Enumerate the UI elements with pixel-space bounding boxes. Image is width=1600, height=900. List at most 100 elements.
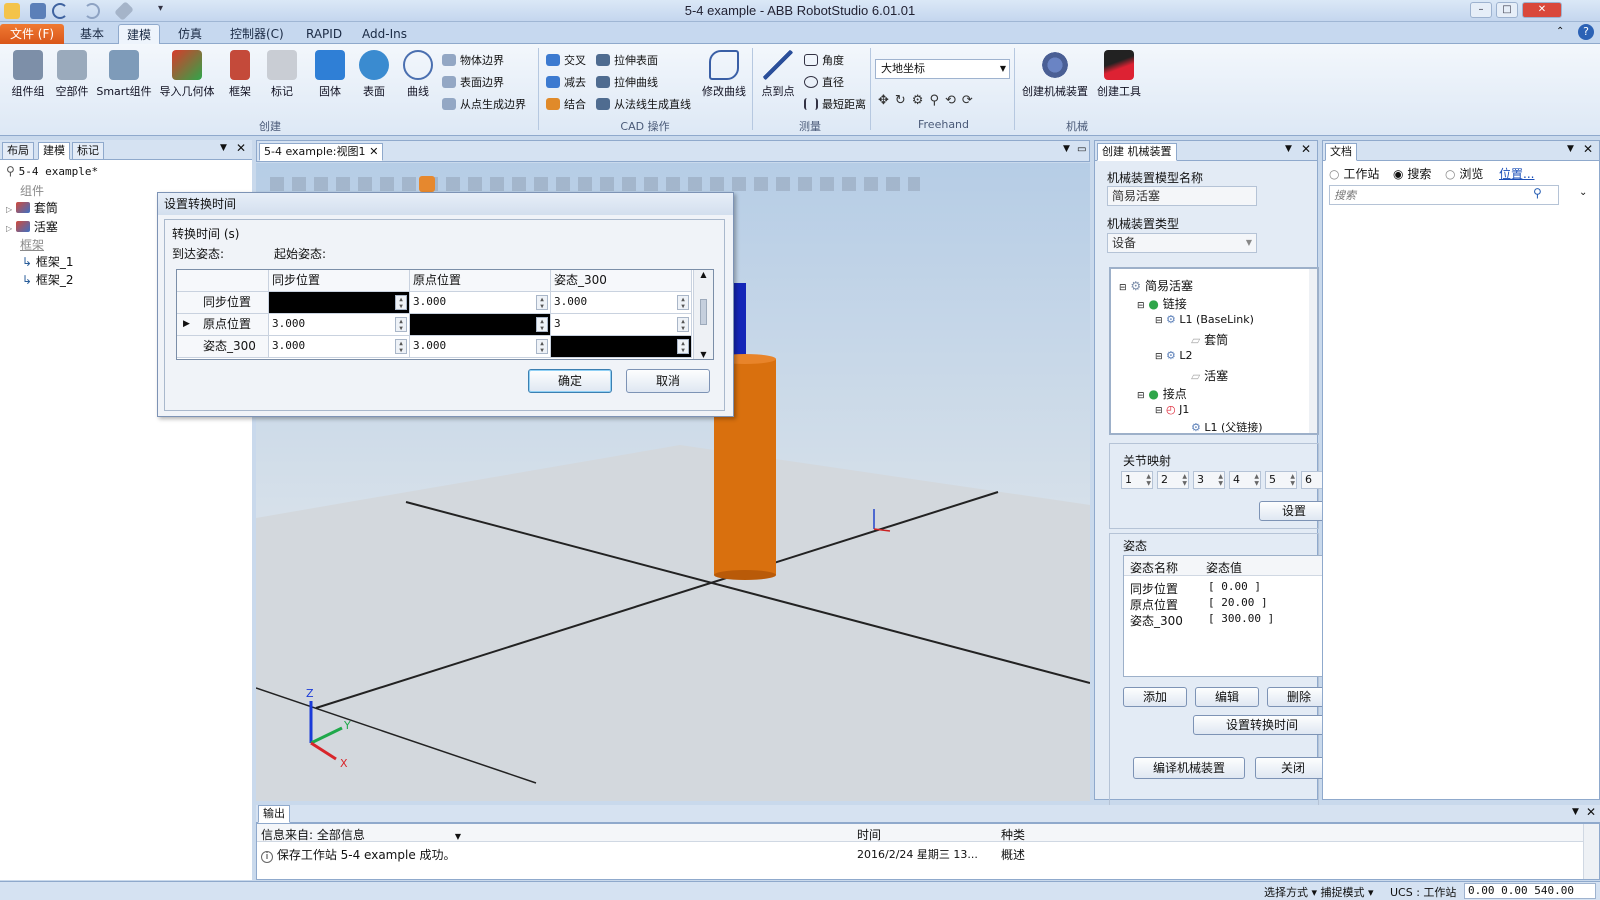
object-border-button[interactable]: 物体边界 bbox=[442, 52, 504, 70]
grid-scrollbar[interactable]: ▲ ▼ bbox=[693, 270, 713, 359]
tab-modeling[interactable]: 建模 bbox=[118, 24, 161, 44]
spinner-arrows-icon[interactable]: ▲▼ bbox=[1254, 473, 1259, 487]
curve-button[interactable]: 曲线 bbox=[400, 50, 436, 99]
spinner[interactable]: ▲ ▼ bbox=[677, 317, 689, 332]
scroll-thumb[interactable] bbox=[700, 299, 707, 325]
output-source-select[interactable]: 信息来自: 全部信息 ▼ bbox=[261, 826, 461, 843]
pose-name[interactable]: 同步位置 bbox=[1130, 580, 1178, 597]
frame-node-2[interactable]: ↳ 框架_2 bbox=[22, 271, 74, 288]
set-transition-time-button[interactable]: 设置转换时间 bbox=[1193, 715, 1331, 735]
modify-curve-button[interactable]: 修改曲线 bbox=[700, 50, 748, 99]
add-pose-button[interactable]: 添加 bbox=[1123, 687, 1187, 707]
radio-search[interactable]: ◉ 搜索 bbox=[1393, 165, 1431, 182]
radio-browse[interactable]: ○ 浏览 bbox=[1445, 165, 1483, 182]
tab-layout[interactable]: 布局 bbox=[2, 142, 34, 160]
component-group-button[interactable]: 组件组 bbox=[8, 50, 48, 99]
surface-button[interactable]: 表面 bbox=[356, 50, 392, 99]
tree-joint-j1[interactable]: ⊟ ◴ J1 bbox=[1155, 403, 1189, 416]
tree-link-l1-part[interactable]: ▱ 套筒 bbox=[1191, 331, 1228, 348]
radio-station[interactable]: ○ 工作站 bbox=[1329, 165, 1379, 182]
tree-joints[interactable]: ⊟ ● 接点 bbox=[1137, 385, 1187, 402]
ucs-indicator[interactable]: UCS : 工作站 bbox=[1390, 884, 1456, 900]
spinner-arrows-icon[interactable]: ▲▼ bbox=[1146, 473, 1151, 487]
grid-cell[interactable]: ▲ ▼ bbox=[269, 292, 410, 314]
help-icon[interactable]: ? bbox=[1578, 24, 1594, 40]
tag-button[interactable]: 标记 bbox=[264, 50, 300, 99]
ok-button[interactable]: 确定 bbox=[528, 369, 612, 393]
joint-map-spinner[interactable]: 3 ▲ ▼ bbox=[1193, 471, 1225, 489]
component-node-piston[interactable]: ▷ 活塞 bbox=[6, 218, 58, 235]
solid-button[interactable]: 固体 bbox=[312, 50, 348, 99]
tab-file[interactable]: 文件 (F) bbox=[0, 24, 64, 44]
spinner[interactable]: ▲ ▼ bbox=[536, 339, 548, 354]
spinner[interactable]: ▲ ▼ bbox=[395, 295, 407, 310]
surface-border-button[interactable]: 表面边界 bbox=[442, 74, 504, 92]
tree-link-l2[interactable]: ⊟ ⚙ L2 bbox=[1155, 349, 1193, 362]
joint-map-spinner[interactable]: 2 ▲ ▼ bbox=[1157, 471, 1189, 489]
pose-name[interactable]: 原点位置 bbox=[1130, 596, 1178, 613]
frame-button[interactable]: 框架 bbox=[222, 50, 258, 99]
diameter-button[interactable]: 直径 bbox=[804, 74, 844, 92]
station-node[interactable]: ⚲ 5-4 example* bbox=[6, 164, 98, 178]
minimize-button[interactable]: – bbox=[1470, 2, 1492, 18]
intersect-button[interactable]: 交叉 bbox=[546, 52, 586, 70]
grid-cell[interactable]: ▲ ▼ bbox=[410, 314, 551, 336]
transition-time-grid[interactable]: 同步位置 原点位置 姿态_300 同步位置 ▲ ▼ 3.000 ▲ ▼ 3.000 ▲ ▼… bbox=[176, 269, 714, 360]
output-scrollbar[interactable] bbox=[1583, 824, 1599, 879]
tab-output[interactable]: 输出 bbox=[258, 805, 290, 823]
tab-basic[interactable]: 基本 bbox=[72, 24, 112, 44]
union-button[interactable]: 结合 bbox=[546, 96, 586, 114]
create-mechanism-button[interactable]: 创建机械装置 bbox=[1020, 50, 1090, 99]
spinner[interactable]: ▲ ▼ bbox=[395, 339, 407, 354]
reference-frame-select[interactable]: 大地坐标 ▼ bbox=[875, 59, 1010, 79]
panel-menu-icon[interactable]: ▼ bbox=[1567, 144, 1574, 154]
output-message[interactable]: i 保存工作站 5-4 example 成功。 bbox=[261, 846, 456, 863]
pose-name[interactable]: 姿态_300 bbox=[1130, 612, 1183, 629]
subtract-button[interactable]: 减去 bbox=[546, 74, 586, 92]
expand-search-icon[interactable]: ⌄ bbox=[1579, 187, 1587, 198]
tree-link-l2-part[interactable]: ▱ 活塞 bbox=[1191, 367, 1228, 384]
extrude-surface-button[interactable]: 拉伸表面 bbox=[596, 52, 658, 70]
spinner[interactable]: ▲ ▼ bbox=[395, 317, 407, 332]
spinner-arrows-icon[interactable]: ▲▼ bbox=[1218, 473, 1223, 487]
maximize-icon[interactable]: ▭ bbox=[1077, 144, 1086, 155]
tab-create-mechanism[interactable]: 创建 机械装置 bbox=[1097, 143, 1177, 161]
close-icon[interactable]: ✕ bbox=[1301, 142, 1311, 156]
grid-cell[interactable]: ▲ ▼ bbox=[551, 336, 692, 358]
grid-cell[interactable]: 3.000 ▲ ▼ bbox=[269, 336, 410, 358]
selection-mode[interactable]: 选择方式 ▾ 捕捉模式 ▾ bbox=[1264, 884, 1374, 900]
tab-simulation[interactable]: 仿真 bbox=[170, 24, 210, 44]
grid-cell[interactable]: 3.000 ▲ ▼ bbox=[269, 314, 410, 336]
tab-viewport[interactable]: 5-4 example:视图1 ✕ bbox=[259, 143, 383, 161]
tree-scrollbar[interactable] bbox=[1309, 269, 1317, 433]
cancel-button[interactable]: 取消 bbox=[626, 369, 710, 393]
spinner[interactable]: ▲ ▼ bbox=[677, 339, 689, 354]
tab-tags[interactable]: 标记 bbox=[72, 142, 104, 160]
panel-menu-icon[interactable]: ▼ bbox=[1572, 807, 1579, 817]
tree-joint-parent[interactable]: ⚙ L1 (父链接) bbox=[1191, 419, 1263, 435]
min-distance-button[interactable]: 最短距离 bbox=[804, 96, 866, 114]
search-icon[interactable]: ⚲ bbox=[1533, 186, 1542, 200]
close-window-button[interactable]: ✕ bbox=[1522, 2, 1562, 18]
grid-cell[interactable]: 3.000 ▲ ▼ bbox=[410, 336, 551, 358]
close-icon[interactable]: ✕ bbox=[369, 144, 378, 160]
tree-link-l1[interactable]: ⊟ ⚙ L1 (BaseLink) bbox=[1155, 313, 1254, 326]
create-tool-button[interactable]: 创建工具 bbox=[1094, 50, 1144, 99]
model-name-input[interactable]: 简易活塞 bbox=[1107, 186, 1257, 206]
scroll-down-icon[interactable]: ▼ bbox=[694, 350, 713, 359]
frame-node-1[interactable]: ↳ 框架_1 bbox=[22, 253, 74, 270]
search-input[interactable] bbox=[1329, 185, 1559, 205]
ribbon-collapse-icon[interactable]: ⌃ bbox=[1556, 26, 1564, 37]
close-icon[interactable]: ✕ bbox=[236, 141, 246, 155]
freehand-tools[interactable]: ✥↻⚙⚲⟲⟳ bbox=[878, 92, 979, 110]
empty-part-button[interactable]: 空部件 bbox=[52, 50, 92, 99]
tab-addins[interactable]: Add-Ins bbox=[354, 24, 415, 44]
compile-mechanism-button[interactable]: 编译机械装置 bbox=[1133, 757, 1245, 779]
locations-link[interactable]: 位置... bbox=[1499, 165, 1534, 182]
joint-map-spinner[interactable]: 4 ▲ ▼ bbox=[1229, 471, 1261, 489]
close-panel-button[interactable]: 关闭 bbox=[1255, 757, 1331, 779]
spinner[interactable]: ▲ ▼ bbox=[536, 317, 548, 332]
joint-map-spinner[interactable]: 5 ▲ ▼ bbox=[1265, 471, 1297, 489]
spinner[interactable]: ▲ ▼ bbox=[677, 295, 689, 310]
tab-modeling-panel[interactable]: 建模 bbox=[38, 142, 70, 160]
